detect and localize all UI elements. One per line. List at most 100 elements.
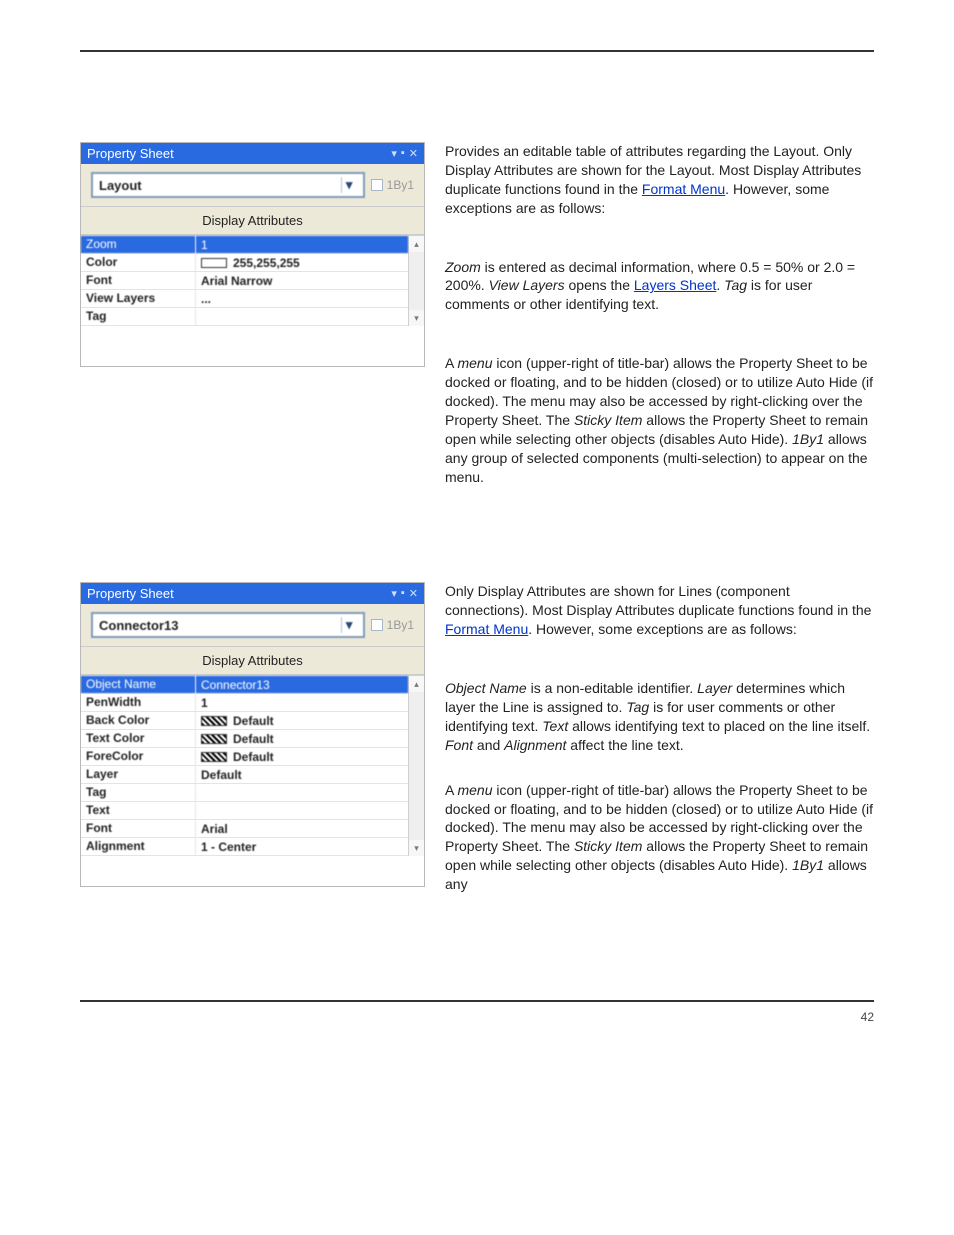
- section-line: Property Sheet ▾ ▪ ✕ Connector13 ▾ 1By1: [80, 582, 874, 900]
- property-row[interactable]: Zoom1: [81, 236, 408, 254]
- screenshot-line-panel: Property Sheet ▾ ▪ ✕ Connector13 ▾ 1By1: [80, 582, 425, 887]
- property-value[interactable]: 1: [196, 236, 408, 253]
- property-row[interactable]: Tag: [81, 784, 408, 802]
- oneby-label: 1By1: [387, 618, 414, 632]
- oneby-toggle[interactable]: 1By1: [371, 618, 414, 632]
- scroll-up-icon[interactable]: ▴: [409, 236, 424, 252]
- property-row[interactable]: View Layers...: [81, 290, 408, 308]
- property-value[interactable]: 1: [196, 694, 408, 711]
- panel-title-text: Property Sheet: [87, 146, 174, 161]
- property-grid[interactable]: Zoom1Color255,255,255FontArial NarrowVie…: [81, 235, 424, 366]
- screenshot-layout-panel: Property Sheet ▾ ▪ ✕ Layout ▾ 1By1: [80, 142, 425, 367]
- color-swatch[interactable]: [201, 258, 227, 268]
- object-selector[interactable]: Connector13 ▾: [91, 612, 365, 638]
- property-key: Text: [81, 802, 196, 819]
- property-value[interactable]: Default: [196, 730, 408, 747]
- property-value[interactable]: 1 - Center: [196, 838, 408, 855]
- oneby-toggle[interactable]: 1By1: [371, 178, 414, 192]
- property-key: Layer: [81, 766, 196, 783]
- oneby-checkbox[interactable]: [371, 619, 383, 631]
- close-icon[interactable]: ✕: [409, 587, 418, 600]
- property-key: Tag: [81, 308, 196, 325]
- property-key: Back Color: [81, 712, 196, 729]
- object-selector-value: Connector13: [99, 618, 178, 633]
- page-number: 42: [861, 1010, 874, 1024]
- property-key: Alignment: [81, 838, 196, 855]
- property-row[interactable]: FontArial: [81, 820, 408, 838]
- property-row[interactable]: Text ColorDefault: [81, 730, 408, 748]
- property-row[interactable]: Tag: [81, 308, 408, 326]
- property-value[interactable]: Connector13: [196, 676, 408, 693]
- property-value[interactable]: [196, 308, 408, 325]
- para: Provides an editable table of attributes…: [445, 142, 874, 218]
- property-key: ForeColor: [81, 748, 196, 765]
- top-rule: [80, 50, 874, 52]
- titlebar-icons[interactable]: ▾ ▪ ✕: [391, 587, 418, 600]
- property-key: Color: [81, 254, 196, 271]
- property-grid[interactable]: Object NameConnector13PenWidth1Back Colo…: [81, 675, 424, 886]
- scroll-down-icon[interactable]: ▾: [409, 840, 424, 856]
- panel-titlebar[interactable]: Property Sheet ▾ ▪ ✕: [81, 583, 424, 604]
- property-value[interactable]: [196, 784, 408, 801]
- panel-toolbar: Connector13 ▾ 1By1: [81, 604, 424, 646]
- property-key: Font: [81, 272, 196, 289]
- property-row[interactable]: Alignment1 - Center: [81, 838, 408, 856]
- scroll-down-icon[interactable]: ▾: [409, 310, 424, 326]
- bottom-rule: [80, 1000, 874, 1002]
- property-key: PenWidth: [81, 694, 196, 711]
- chevron-down-icon[interactable]: ▾: [341, 617, 357, 633]
- menu-icon[interactable]: ▾: [391, 587, 397, 600]
- color-swatch[interactable]: [201, 716, 227, 726]
- page: Property Sheet ▾ ▪ ✕ Layout ▾ 1By1: [0, 0, 954, 1042]
- property-key: Zoom: [81, 236, 196, 253]
- para: Object Name is a non-editable identifier…: [445, 679, 874, 755]
- property-row[interactable]: Object NameConnector13: [81, 676, 408, 694]
- property-key: Object Name: [81, 676, 196, 693]
- close-icon[interactable]: ✕: [409, 147, 418, 160]
- property-key: View Layers: [81, 290, 196, 307]
- format-menu-link[interactable]: Format Menu: [445, 621, 528, 637]
- property-key: Tag: [81, 784, 196, 801]
- color-swatch[interactable]: [201, 734, 227, 744]
- property-value[interactable]: ...: [196, 290, 408, 307]
- oneby-label: 1By1: [387, 178, 414, 192]
- para: Zoom is entered as decimal information, …: [445, 258, 874, 315]
- pin-icon[interactable]: ▪: [401, 147, 405, 160]
- section-header: Display Attributes: [81, 646, 424, 675]
- property-value[interactable]: Default: [196, 748, 408, 765]
- menu-icon[interactable]: ▾: [391, 147, 397, 160]
- property-value[interactable]: Arial Narrow: [196, 272, 408, 289]
- pin-icon[interactable]: ▪: [401, 587, 405, 600]
- layers-sheet-link[interactable]: Layers Sheet: [634, 277, 717, 293]
- property-row[interactable]: ForeColorDefault: [81, 748, 408, 766]
- property-row[interactable]: Back ColorDefault: [81, 712, 408, 730]
- property-value[interactable]: Default: [196, 766, 408, 783]
- property-key: Text Color: [81, 730, 196, 747]
- section-layout: Property Sheet ▾ ▪ ✕ Layout ▾ 1By1: [80, 142, 874, 492]
- scrollbar[interactable]: ▴ ▾: [408, 676, 424, 856]
- property-row[interactable]: Color255,255,255: [81, 254, 408, 272]
- scroll-up-icon[interactable]: ▴: [409, 676, 424, 692]
- chevron-down-icon[interactable]: ▾: [341, 177, 357, 193]
- panel-title-text: Property Sheet: [87, 586, 174, 601]
- color-swatch[interactable]: [201, 752, 227, 762]
- property-row[interactable]: LayerDefault: [81, 766, 408, 784]
- description-layout: Provides an editable table of attributes…: [445, 142, 874, 492]
- property-key: Font: [81, 820, 196, 837]
- titlebar-icons[interactable]: ▾ ▪ ✕: [391, 147, 418, 160]
- property-sheet-panel: Property Sheet ▾ ▪ ✕ Layout ▾ 1By1: [80, 142, 425, 367]
- format-menu-link[interactable]: Format Menu: [642, 181, 725, 197]
- property-value[interactable]: Default: [196, 712, 408, 729]
- property-value[interactable]: [196, 802, 408, 819]
- object-selector[interactable]: Layout ▾: [91, 172, 365, 198]
- panel-titlebar[interactable]: Property Sheet ▾ ▪ ✕: [81, 143, 424, 164]
- property-value[interactable]: Arial: [196, 820, 408, 837]
- property-row[interactable]: Text: [81, 802, 408, 820]
- section-header: Display Attributes: [81, 206, 424, 235]
- scrollbar[interactable]: ▴ ▾: [408, 236, 424, 326]
- property-row[interactable]: FontArial Narrow: [81, 272, 408, 290]
- property-value[interactable]: 255,255,255: [196, 254, 408, 271]
- property-row[interactable]: PenWidth1: [81, 694, 408, 712]
- oneby-checkbox[interactable]: [371, 179, 383, 191]
- object-selector-value: Layout: [99, 178, 142, 193]
